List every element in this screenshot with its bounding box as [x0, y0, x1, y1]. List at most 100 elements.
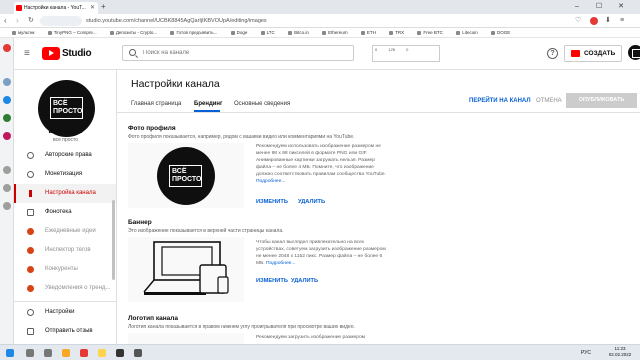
settings-icon[interactable] — [3, 202, 11, 210]
nav-daily-ideas[interactable]: Ежедневные идеи — [14, 222, 116, 241]
messenger-icon[interactable] — [3, 78, 11, 86]
nav-label: Настройки — [45, 309, 75, 315]
search-icon[interactable] — [26, 349, 34, 357]
menu-icon[interactable]: ≡ — [620, 16, 624, 26]
url-field[interactable]: studio.youtube.com/channel/UCBK8845AgQar… — [86, 16, 556, 26]
bookmark-item[interactable]: ETH — [360, 28, 376, 37]
create-button[interactable]: СОЗДАТЬ — [564, 45, 622, 62]
nav-settings[interactable]: Настройки — [14, 303, 116, 322]
yandex-icon[interactable] — [98, 349, 106, 357]
nav-monetization[interactable]: Монетизация — [14, 165, 116, 184]
tab-layout[interactable]: Главная страница — [131, 100, 181, 109]
bookmark-item[interactable]: DOGE — [490, 28, 510, 37]
banner-more-link[interactable]: Подробнее... — [266, 261, 295, 266]
main-content: Настройки канала Главная страница Бренди… — [117, 70, 640, 344]
bookmark-item[interactable]: Doge — [230, 28, 247, 37]
bookmark-item[interactable]: Готов предъявить... — [170, 28, 217, 37]
gear-icon — [27, 309, 34, 316]
widget-value: 0 — [406, 47, 409, 52]
extension-icon[interactable] — [590, 17, 598, 25]
new-tab-button[interactable]: + — [101, 2, 106, 12]
cancel-button[interactable]: ОТМЕНА — [536, 95, 562, 107]
remove-banner-button[interactable]: УДАЛИТЬ — [291, 277, 318, 285]
audio-library-icon — [27, 209, 34, 216]
browser-tab-bar: Настройки канала - YouT... ✕ + – ☐ ✕ — [0, 0, 640, 14]
bookmark-item[interactable]: Ethereum — [322, 28, 348, 37]
app-icon[interactable] — [116, 349, 124, 357]
clock[interactable]: 11:23 02.02.2022 — [604, 346, 636, 358]
browser-tab[interactable]: Настройки канала - YouT... ✕ — [14, 2, 98, 14]
publish-button[interactable]: ОПУБЛИКОВАТЬ — [566, 93, 637, 108]
start-icon[interactable] — [6, 349, 14, 357]
maximize-button[interactable]: ☐ — [590, 0, 608, 14]
reload-icon[interactable]: ↻ — [28, 16, 34, 26]
nav-copyright[interactable]: Авторские права — [14, 146, 116, 165]
analytics-widget[interactable]: 0 125 0 — [372, 45, 440, 62]
youtube-logo-icon[interactable] — [42, 47, 60, 60]
account-avatar[interactable] — [628, 45, 640, 60]
youtube-favicon-icon — [16, 5, 22, 11]
speed-dial-button[interactable] — [40, 16, 82, 26]
tab-basic-info[interactable]: Основные сведения — [234, 100, 290, 109]
banner-preview — [128, 237, 244, 302]
view-channel-button[interactable]: ПЕРЕЙТИ НА КАНАЛ — [469, 95, 531, 107]
nav-label: Авторские права — [45, 152, 92, 158]
profile-photo: ВСЁ ПРОСТО — [157, 147, 215, 205]
help-icon[interactable]: ? — [547, 48, 558, 59]
bookmark-item[interactable]: Депозиты - Crypto... — [109, 28, 157, 37]
opera-icon[interactable] — [3, 44, 11, 52]
vidiq-icon — [27, 228, 34, 235]
telegram-icon[interactable] — [3, 96, 11, 104]
bookmarks-bar: мультик TinyPNG – Compre... Депозиты - C… — [0, 28, 640, 38]
bookmark-item[interactable]: Free BTC — [417, 28, 443, 37]
opera-taskbar-icon[interactable] — [80, 349, 88, 357]
nav-audio-library[interactable]: Фонотека — [14, 203, 116, 222]
bookmark-item[interactable]: LTC — [260, 28, 275, 37]
bookmark-item[interactable]: Litecoin — [456, 28, 478, 37]
bookmark-item[interactable]: Bitco.in — [288, 28, 309, 37]
clock-date: 02.02.2022 — [608, 352, 632, 357]
dollar-icon — [27, 171, 34, 178]
nav-trend-alerts[interactable]: Уведомления о тренд... — [14, 279, 116, 298]
bookmark-icon[interactable]: ♡ — [575, 16, 581, 26]
tab-branding[interactable]: Брендинг — [194, 100, 223, 109]
whatsapp-icon[interactable] — [3, 114, 11, 122]
nav-label: Конкуренты — [45, 266, 78, 272]
channel-search[interactable] — [122, 45, 354, 61]
file-explorer-icon[interactable] — [62, 349, 70, 357]
change-banner-button[interactable]: ИЗМЕНИТЬ — [256, 277, 288, 285]
nav-competitors[interactable]: Конкуренты — [14, 260, 116, 279]
sidebar-scrollbar[interactable] — [112, 200, 115, 280]
remove-profile-photo-button[interactable]: УДАЛИТЬ — [298, 198, 325, 206]
instagram-icon[interactable] — [3, 132, 11, 140]
bookmark-item[interactable]: мультик — [12, 28, 34, 37]
profile-photo-heading: Фото профиля — [128, 125, 176, 132]
forward-icon[interactable]: › — [16, 16, 19, 26]
hamburger-menu-icon[interactable]: ≡ — [24, 49, 30, 59]
bookmark-item[interactable]: TinyPNG – Compre... — [47, 28, 97, 37]
search-input[interactable] — [143, 47, 343, 59]
history-icon[interactable] — [3, 166, 11, 174]
app-icon[interactable] — [134, 349, 142, 357]
nav-send-feedback[interactable]: Отправить отзыв — [14, 322, 116, 341]
close-tab-icon[interactable]: ✕ — [90, 2, 95, 14]
bookmark-item[interactable]: TRX — [389, 28, 404, 37]
task-view-icon[interactable] — [44, 349, 52, 357]
profile-photo-more-link[interactable]: Подробнее... — [256, 179, 285, 184]
nav-tag-inspector[interactable]: Инспектор тегов — [14, 241, 116, 260]
watermark-heading: Логотип канала — [128, 315, 179, 322]
opera-sidebar — [0, 38, 14, 344]
language-indicator[interactable]: РУС — [581, 349, 591, 357]
profile-photo-description: Фото профиля показывается, например, ряд… — [128, 134, 355, 140]
close-window-button[interactable]: ✕ — [612, 0, 630, 14]
studio-header: ≡ Studio 0 125 0 ? СОЗДАТЬ — [14, 38, 640, 70]
change-profile-photo-button[interactable]: ИЗМЕНИТЬ — [256, 198, 288, 206]
download-icon[interactable]: ⬇ — [605, 16, 611, 26]
nav-customization[interactable]: Настройка канала — [14, 184, 116, 203]
profile-photo-hint-text: Рекомендуем использовать изображение раз… — [256, 144, 387, 177]
address-bar-row: ‹ › ↻ studio.youtube.com/channel/UCBK884… — [0, 14, 640, 28]
back-icon[interactable]: ‹ — [4, 16, 7, 26]
minimize-button[interactable]: – — [568, 0, 586, 14]
taskbar: РУС 11:23 02.02.2022 — [0, 344, 640, 360]
bookmarks-icon[interactable] — [3, 184, 11, 192]
